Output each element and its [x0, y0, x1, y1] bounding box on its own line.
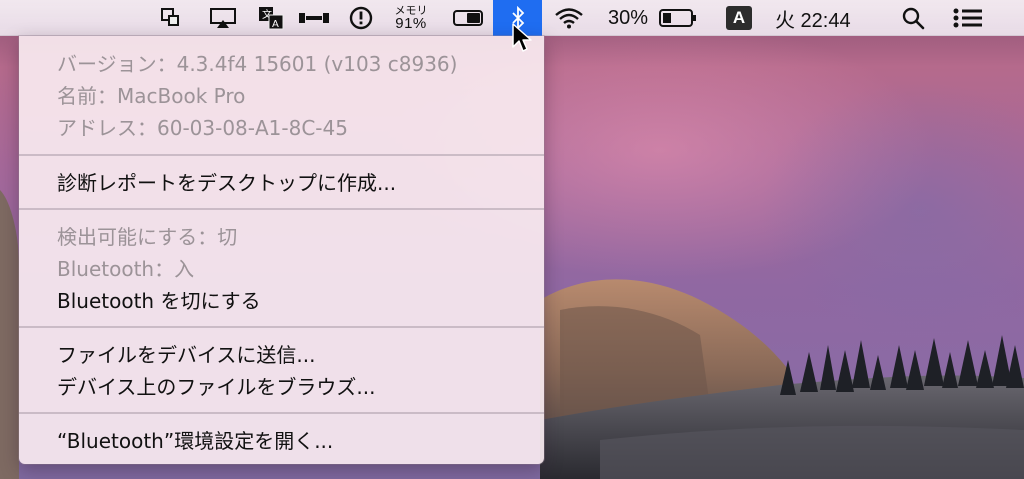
battery-icon [659, 9, 696, 27]
bowtie-icon [299, 13, 329, 23]
bluetooth-address-info: アドレス：60-03-08-A1-8C-45 [57, 115, 348, 140]
clock-text: 火 22:44 [775, 9, 851, 32]
wifi-menu-button[interactable] [552, 0, 586, 36]
wifi-icon [555, 8, 583, 29]
battery-menu-button[interactable] [656, 0, 700, 36]
toggle-switch-icon[interactable] [451, 0, 485, 36]
bluetooth-status: Bluetooth：入 [57, 256, 195, 281]
notification-center-button[interactable] [948, 0, 988, 36]
memory-value: 91% [395, 15, 427, 32]
open-bluetooth-preferences-item[interactable]: “Bluetooth”環境設定を開く... [57, 423, 333, 455]
bluetooth-name-info: 名前：MacBook Pro [57, 83, 246, 108]
airplay-icon[interactable] [207, 0, 239, 36]
battery-percent-text: 30% [607, 6, 649, 29]
discoverable-status: 検出可能にする：切 [57, 224, 238, 249]
memory-usage[interactable]: メモリ 91% [386, 0, 436, 36]
display-mirror-icon[interactable] [297, 0, 331, 36]
alert-icon[interactable] [346, 0, 376, 36]
send-file-to-device-item[interactable]: ファイルをデバイスに送信... [57, 337, 315, 369]
keyboard-input-icon[interactable]: 文 A [256, 0, 286, 36]
bluetooth-dropdown-menu: バージョン：4.3.4f4 15601 (v103 c8936) 名前：MacB… [19, 36, 544, 464]
window-switch-icon[interactable] [157, 0, 185, 36]
search-icon [902, 7, 925, 30]
menu-separator [19, 154, 544, 156]
turn-bluetooth-off-item[interactable]: Bluetooth を切にする [57, 283, 261, 315]
input-source-button[interactable]: A [725, 0, 753, 36]
clock[interactable]: 火 22:44 [775, 0, 875, 36]
menu-separator [19, 208, 544, 210]
menu-separator [19, 326, 544, 328]
mouse-pointer-icon [512, 23, 532, 52]
menu-separator [19, 412, 544, 414]
spotlight-button[interactable] [898, 0, 928, 36]
browse-files-on-device-item[interactable]: デバイス上のファイルをブラウズ... [57, 369, 375, 401]
airplay-display-icon [210, 8, 236, 28]
battery-percent[interactable]: 30% [604, 0, 652, 36]
language-switch-icon: 文 A [259, 7, 284, 30]
input-source-label: A [726, 6, 752, 30]
switch-icon [453, 10, 483, 26]
overlapping-squares-icon [161, 8, 179, 26]
list-icon [953, 8, 982, 28]
exclamation-circle-icon [349, 6, 373, 30]
bluetooth-version-info: バージョン：4.3.4f4 15601 (v103 c8936) [57, 51, 458, 76]
create-diagnostics-report-item[interactable]: 診断レポートをデスクトップに作成... [57, 165, 396, 197]
svg-text:A: A [272, 19, 279, 30]
